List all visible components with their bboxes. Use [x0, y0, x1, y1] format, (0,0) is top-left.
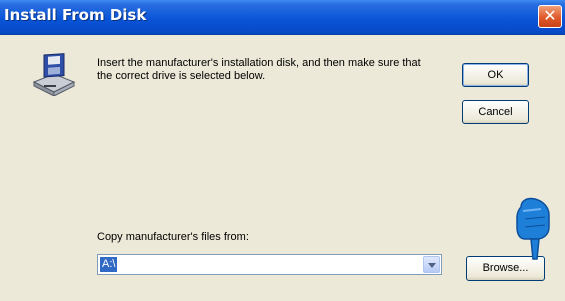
floppy-disk-drive-icon	[32, 53, 76, 96]
close-icon: ✕	[543, 6, 557, 25]
copy-from-value[interactable]: A:\	[100, 257, 118, 272]
window-title: Install From Disk	[4, 6, 147, 24]
instruction-message: Insert the manufacturer's installation d…	[97, 57, 421, 82]
pointing-hand-icon	[516, 197, 550, 260]
dialog-body: Insert the manufacturer's installation d…	[0, 35, 565, 301]
copy-from-combobox[interactable]: A:\	[97, 254, 442, 275]
dropdown-arrow-icon[interactable]	[423, 256, 440, 273]
ok-button[interactable]: OK	[462, 63, 529, 87]
cancel-button[interactable]: Cancel	[462, 100, 529, 124]
copy-from-label: Copy manufacturer's files from:	[97, 231, 249, 243]
title-bar[interactable]: Install From Disk ✕	[0, 0, 565, 35]
close-button[interactable]: ✕	[538, 5, 562, 28]
